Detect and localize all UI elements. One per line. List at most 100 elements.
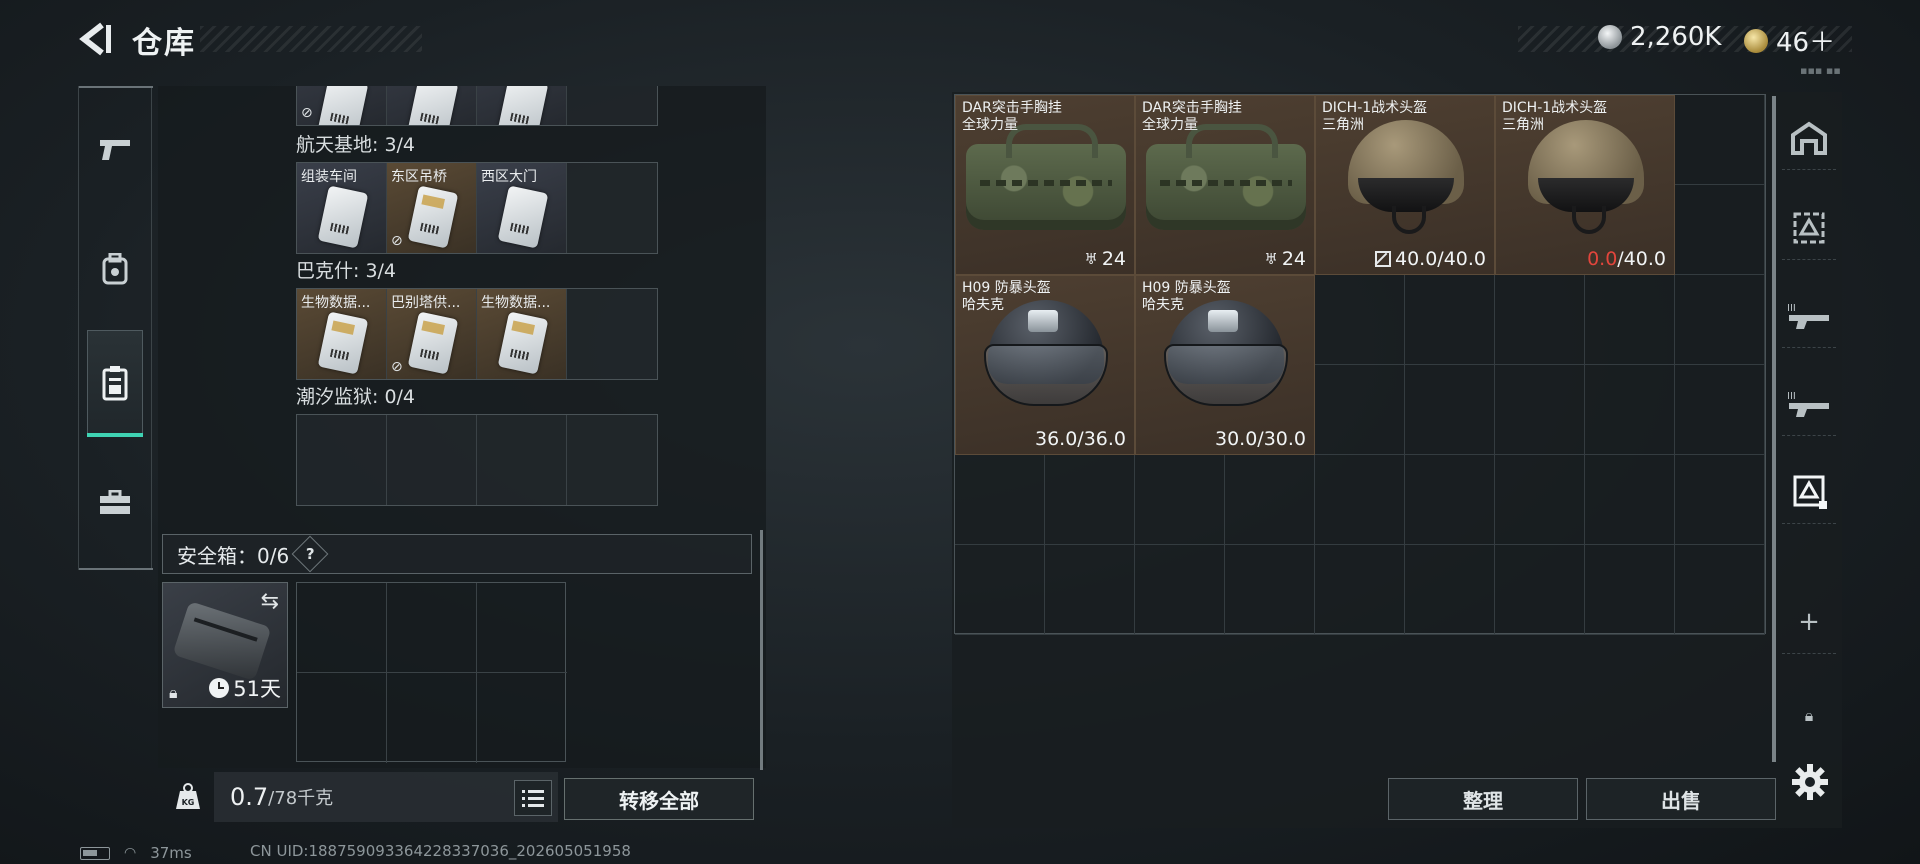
safe-slot[interactable] bbox=[297, 583, 387, 673]
empty-slot[interactable] bbox=[567, 86, 657, 125]
weight-display: 0.7 /78千克 bbox=[214, 772, 558, 822]
chest-rig-image bbox=[1146, 124, 1306, 230]
stash-cell[interactable] bbox=[1405, 365, 1495, 455]
gold-currency-value: 46＋ bbox=[1776, 28, 1836, 58]
stash-cell[interactable] bbox=[1045, 545, 1135, 635]
stash-cell[interactable] bbox=[1405, 275, 1495, 365]
stash-cell[interactable] bbox=[1315, 455, 1405, 545]
item-value: ♅ 24 bbox=[1264, 248, 1306, 270]
transfer-all-button[interactable]: 转移全部 bbox=[564, 778, 754, 820]
stash-cell[interactable] bbox=[1225, 545, 1315, 635]
weight-kg-icon: KG bbox=[162, 772, 214, 822]
safe-box-header: 安全箱：0/6 ? bbox=[162, 534, 752, 574]
back-arrow-icon[interactable] bbox=[78, 22, 114, 56]
stash-cell[interactable] bbox=[1495, 275, 1585, 365]
safe-case-item[interactable]: ⇆ 🔒︎ 51天 bbox=[162, 582, 288, 708]
empty-slot[interactable] bbox=[567, 163, 657, 253]
stash-cell[interactable] bbox=[955, 545, 1045, 635]
stash-cell[interactable] bbox=[1405, 545, 1495, 635]
gold-currency[interactable]: 46＋ bbox=[1744, 22, 1835, 59]
key-card[interactable]: 巴别塔供... ⊘ bbox=[387, 289, 477, 379]
svg-text:III: III bbox=[1787, 391, 1796, 402]
toolbox-tab-toolbox-icon[interactable] bbox=[87, 466, 143, 540]
stash-cell[interactable] bbox=[955, 455, 1045, 545]
stash-cell[interactable] bbox=[1675, 455, 1765, 545]
stash-cell[interactable] bbox=[1495, 455, 1585, 545]
safe-slot[interactable] bbox=[297, 673, 387, 763]
weapon-tab-gun-icon[interactable] bbox=[87, 112, 143, 186]
sort-button[interactable]: 整理 bbox=[1388, 778, 1578, 820]
safe-slot[interactable] bbox=[477, 673, 567, 763]
gold-coin-icon bbox=[1744, 28, 1768, 53]
gear-icon[interactable] bbox=[1790, 762, 1830, 802]
stash-cell[interactable] bbox=[1315, 275, 1405, 365]
help-icon[interactable]: ? bbox=[291, 535, 329, 573]
stash-cell[interactable] bbox=[1495, 545, 1585, 635]
stash-cell[interactable] bbox=[1675, 95, 1765, 185]
stash-cell[interactable] bbox=[1225, 455, 1315, 545]
keycard-image bbox=[317, 311, 369, 375]
stash-cell[interactable] bbox=[1405, 455, 1495, 545]
add-icon[interactable]: + bbox=[1782, 590, 1836, 654]
safe-slot[interactable] bbox=[477, 583, 567, 673]
home-base-icon[interactable] bbox=[1782, 106, 1836, 170]
item-name: DAR突击手胸挂 全球力量 bbox=[1142, 100, 1242, 133]
key-card[interactable]: 组装车间 bbox=[297, 163, 387, 253]
safe-box-label: 安全箱：0/6 bbox=[177, 543, 290, 568]
keycard-image bbox=[317, 185, 369, 249]
key-card-name: 生物数据... bbox=[481, 295, 551, 311]
stash-item[interactable]: DICH-1战术头盔 三角洲 0.0/40.0 bbox=[1495, 95, 1675, 275]
empty-slot[interactable] bbox=[387, 415, 477, 505]
rifle-slot-2-icon[interactable]: III bbox=[1782, 372, 1836, 436]
key-card[interactable]: 东区吊桥 ⊘ bbox=[387, 163, 477, 253]
key-slot[interactable] bbox=[477, 86, 567, 125]
key-card[interactable]: 西区大门 bbox=[477, 163, 567, 253]
stash-item[interactable]: H09 防暴头盔 哈夫克 30.0/30.0 bbox=[1135, 275, 1315, 455]
stash-cell[interactable] bbox=[1045, 455, 1135, 545]
stash-cell[interactable] bbox=[1675, 275, 1765, 365]
empty-slot[interactable] bbox=[567, 289, 657, 379]
stash-cell[interactable] bbox=[1135, 455, 1225, 545]
keycard-image bbox=[497, 185, 549, 249]
capacity-icon: ♅ bbox=[1084, 250, 1098, 268]
list-view-icon[interactable] bbox=[514, 780, 552, 816]
swap-icon[interactable]: ⇆ bbox=[261, 589, 279, 614]
stash-cell[interactable] bbox=[1675, 545, 1765, 635]
safe-slot[interactable] bbox=[387, 583, 477, 673]
stash-cell[interactable] bbox=[1675, 185, 1765, 275]
stash-cell[interactable] bbox=[1585, 365, 1675, 455]
key-card[interactable]: 生物数据... bbox=[477, 289, 567, 379]
stash-cell[interactable] bbox=[1315, 365, 1405, 455]
empty-slot[interactable] bbox=[477, 415, 567, 505]
helmet-image bbox=[1162, 300, 1290, 410]
container-tab-container-icon[interactable] bbox=[87, 330, 143, 437]
key-grid: 生物数据... 巴别塔供... ⊘ 生物数据... bbox=[296, 288, 658, 380]
empty-slot[interactable] bbox=[567, 415, 657, 505]
helmet-slot-icon[interactable] bbox=[1782, 196, 1836, 260]
lock-icon[interactable]: 🔒︎ bbox=[1782, 684, 1836, 748]
stash-item[interactable]: DAR突击手胸挂 全球力量 ♅ 24 bbox=[1135, 95, 1315, 275]
safe-slot[interactable] bbox=[387, 673, 477, 763]
stash-cell[interactable] bbox=[1675, 365, 1765, 455]
empty-slot[interactable] bbox=[297, 415, 387, 505]
stash-cell[interactable] bbox=[1315, 545, 1405, 635]
key-section-label: 巴克什: 3/4 bbox=[296, 260, 397, 282]
stash-cell[interactable] bbox=[1585, 455, 1675, 545]
stash-cell[interactable] bbox=[1585, 545, 1675, 635]
sell-button[interactable]: 出售 bbox=[1586, 778, 1776, 820]
helmet-slot-selected-icon[interactable] bbox=[1782, 460, 1836, 524]
stash-cell[interactable] bbox=[1585, 275, 1675, 365]
wifi-icon: ◠ bbox=[124, 845, 137, 861]
stash-item[interactable]: DICH-1战术头盔 三角洲 40.0/40.0 bbox=[1315, 95, 1495, 275]
durability-icon bbox=[1374, 251, 1391, 267]
rifle-slot-1-icon[interactable]: III bbox=[1782, 284, 1836, 348]
capacity-icon: ♅ bbox=[1264, 250, 1278, 268]
backpack-tab-backpack-icon[interactable] bbox=[87, 232, 143, 306]
stash-item[interactable]: H09 防暴头盔 哈夫克 36.0/36.0 bbox=[955, 275, 1135, 455]
key-card[interactable]: 生物数据... bbox=[297, 289, 387, 379]
stash-item[interactable]: DAR突击手胸挂 全球力量 ♅ 24 bbox=[955, 95, 1135, 275]
stash-cell[interactable] bbox=[1495, 365, 1585, 455]
silver-currency[interactable]: 2,260K bbox=[1598, 22, 1721, 52]
stash-cell[interactable] bbox=[1135, 545, 1225, 635]
left-scrollbar[interactable] bbox=[760, 530, 763, 770]
